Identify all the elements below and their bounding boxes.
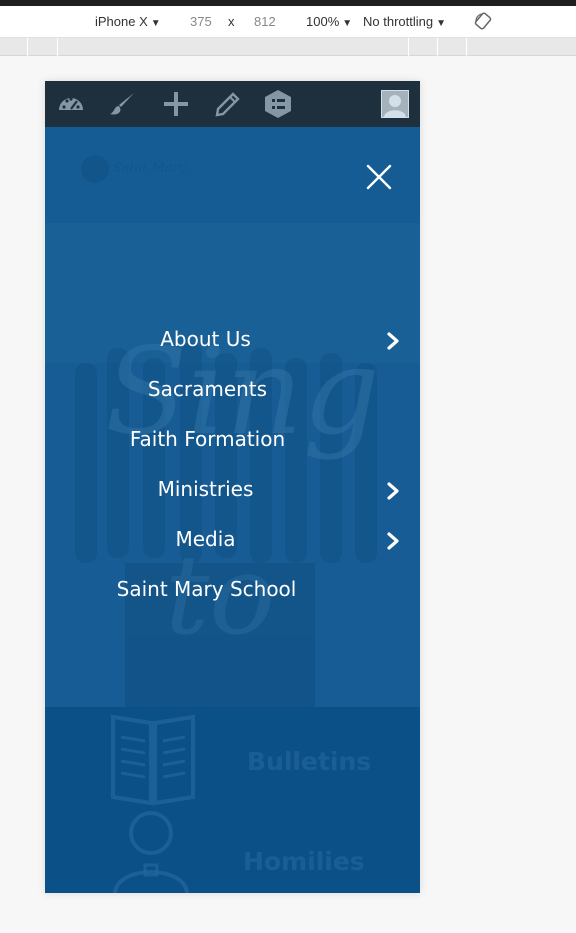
dimension-separator: x [228,14,235,29]
throttling-label: No throttling [363,14,434,29]
menu-item-about-us[interactable]: About Us [45,315,420,365]
device-label: iPhone X [95,14,148,29]
device-viewport: Saint Mary Sing to Bulletins Homilies Ab… [45,81,420,893]
rotate-icon[interactable] [474,12,492,33]
menu-item-faith-formation[interactable]: Faith Formation [45,415,420,465]
devtools-device-toolbar: iPhone X ▼ 375 x 812 100% ▼ No throttling ▼ [0,6,576,38]
media-query-ruler [0,38,576,56]
close-icon[interactable] [363,161,395,193]
zoom-select[interactable]: 100% ▼ [306,14,352,29]
menu-item-label: Sacraments [147,377,268,401]
menu-item-media[interactable]: Media [45,515,420,565]
mobile-nav-menu: About Us Sacraments Faith Formation Mini… [45,315,420,615]
menu-item-label: Media [175,527,236,551]
zoom-label: 100% [306,14,340,29]
caret-down-icon: ▼ [150,18,161,29]
menu-item-ministries[interactable]: Ministries [45,465,420,515]
throttling-select[interactable]: No throttling ▼ [363,14,446,29]
menu-item-label: Ministries [157,477,254,501]
menu-item-label: Faith Formation [129,427,286,451]
menu-item-label: About Us [160,327,251,351]
menu-item-label: Saint Mary School [116,577,297,601]
chevron-right-icon[interactable] [384,531,402,551]
height-field[interactable]: 812 [254,14,276,29]
chevron-right-icon[interactable] [384,481,402,501]
menu-item-sacraments[interactable]: Sacraments [45,365,420,415]
menu-item-saint-mary-school[interactable]: Saint Mary School [45,565,420,615]
device-select[interactable]: iPhone X ▼ [95,14,161,29]
caret-down-icon: ▼ [342,18,353,29]
width-field[interactable]: 375 [190,14,212,29]
chevron-right-icon[interactable] [384,331,402,351]
caret-down-icon: ▼ [436,18,446,29]
